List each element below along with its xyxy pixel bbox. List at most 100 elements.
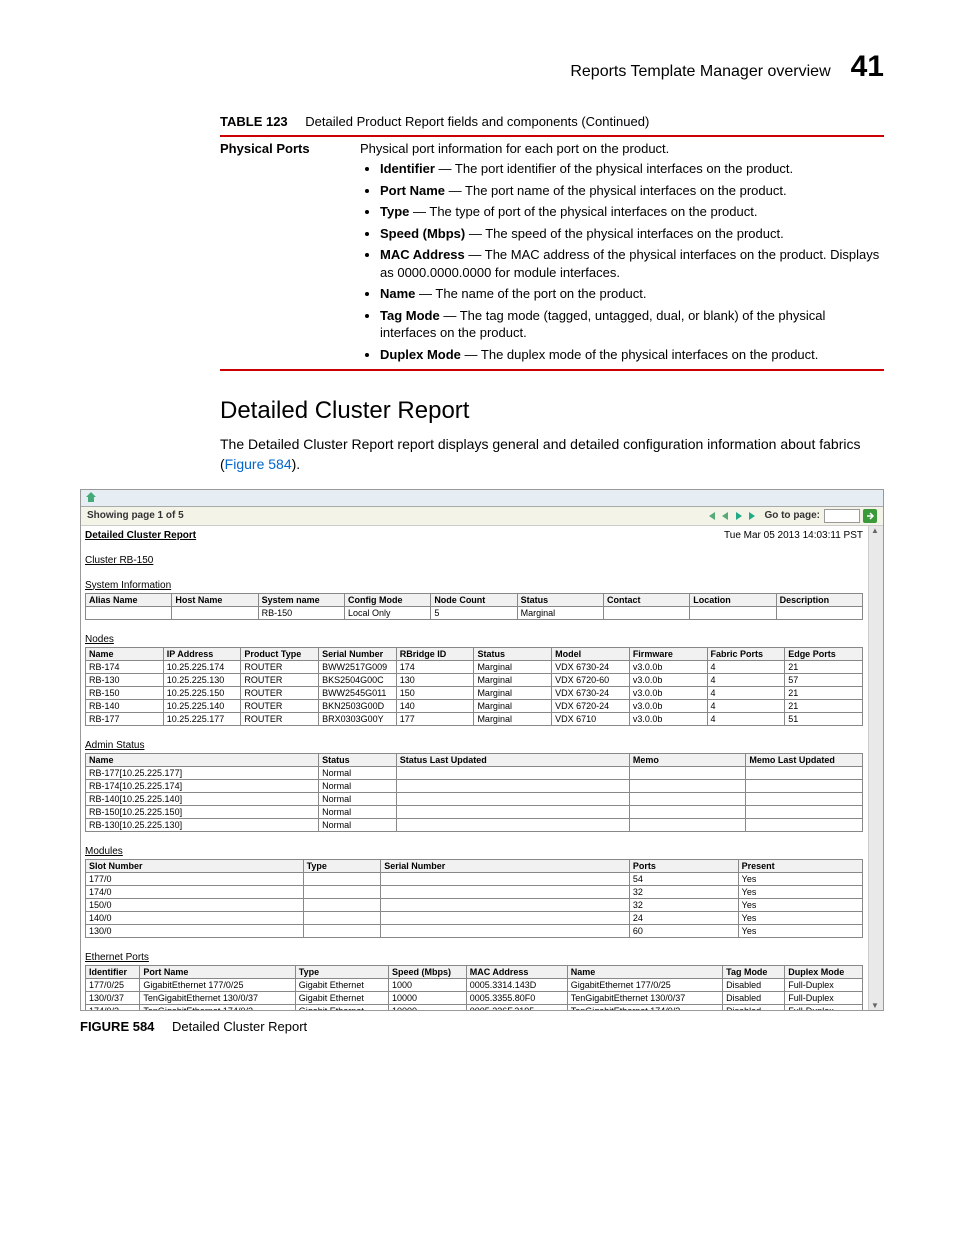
table-cell: 57 — [785, 673, 863, 686]
table-cell: 130/0 — [86, 924, 304, 937]
divider — [220, 135, 884, 137]
table-cell — [381, 924, 630, 937]
table-cell: 140/0 — [86, 911, 304, 924]
table-row: 174/032Yes — [86, 885, 863, 898]
paging-label: Showing page 1 of 5 — [87, 510, 184, 521]
table-header: Tag Mode — [723, 965, 785, 978]
table-cell: Yes — [738, 924, 862, 937]
table-header: Name — [86, 647, 164, 660]
field-item: Type — The type of port of the physical … — [380, 203, 884, 221]
table-cell — [746, 818, 863, 831]
table-header: Memo — [629, 753, 746, 766]
table-cell: TenGigabitEthernet 130/0/37 — [140, 991, 295, 1004]
table-cell: 174/0 — [86, 885, 304, 898]
table-cell: 4 — [707, 660, 785, 673]
home-icon[interactable] — [85, 491, 97, 503]
field-item: Duplex Mode — The duplex mode of the phy… — [380, 346, 884, 364]
first-page-icon[interactable] — [706, 511, 716, 521]
table-header: System name — [258, 593, 344, 606]
system-info-label: System Information — [85, 580, 863, 591]
table-123-caption-text: Detailed Product Report fields and compo… — [305, 114, 649, 129]
table-header: Config Mode — [344, 593, 430, 606]
table-header: Product Type — [241, 647, 319, 660]
field-item: Port Name — The port name of the physica… — [380, 182, 884, 200]
system-info-table: Alias NameHost NameSystem nameConfig Mod… — [85, 593, 863, 620]
page-header: Reports Template Manager overview 41 — [80, 50, 884, 84]
table-cell: Gigabit Ethernet — [295, 978, 388, 991]
ethernet-ports-table: IdentifierPort NameTypeSpeed (Mbps)MAC A… — [85, 965, 863, 1010]
table-cell: RB-130[10.25.225.130] — [86, 818, 319, 831]
last-page-icon[interactable] — [748, 511, 758, 521]
physical-ports-intro: Physical port information for each port … — [360, 141, 669, 156]
table-cell: BRX0303G00Y — [319, 712, 397, 725]
table-cell: 10.25.225.174 — [163, 660, 241, 673]
table-header: Name — [567, 965, 722, 978]
table-cell: Gigabit Ethernet — [295, 1004, 388, 1010]
table-cell: 177 — [396, 712, 474, 725]
figure-584-link[interactable]: Figure 584 — [225, 456, 292, 472]
table-header: Status — [319, 753, 397, 766]
table-cell: 130/0/37 — [86, 991, 140, 1004]
window-title-bar — [81, 490, 883, 507]
nodes-label: Nodes — [85, 634, 863, 645]
table-header: Type — [303, 859, 381, 872]
table-cell: RB-174[10.25.225.174] — [86, 779, 319, 792]
table-cell: Normal — [319, 779, 397, 792]
page-number-input[interactable] — [824, 509, 860, 523]
page-number: 41 — [851, 50, 884, 84]
table-cell: RB-150[10.25.225.150] — [86, 805, 319, 818]
section-title: Detailed Cluster Report — [220, 397, 884, 425]
table-cell: 177/0 — [86, 872, 304, 885]
table-cell — [396, 792, 629, 805]
table-cell: Full-Duplex — [785, 978, 863, 991]
table-cell: Marginal — [517, 606, 603, 619]
table-cell — [603, 606, 689, 619]
scroll-down-icon[interactable]: ▼ — [871, 1001, 879, 1010]
table-cell: 24 — [629, 911, 738, 924]
table-cell: Local Only — [344, 606, 430, 619]
table-cell: 0005.3355.80F0 — [466, 991, 567, 1004]
physical-ports-term: Physical Ports — [220, 141, 360, 367]
table-cell: RB-140[10.25.225.140] — [86, 792, 319, 805]
table-cell: ROUTER — [241, 712, 319, 725]
table-cell: 10000 — [389, 1004, 467, 1010]
table-cell: 5 — [431, 606, 517, 619]
table-cell: Normal — [319, 805, 397, 818]
table-row: 140/024Yes — [86, 911, 863, 924]
table-cell: RB-130 — [86, 673, 164, 686]
table-cell: v3.0.0b — [629, 660, 707, 673]
table-cell: 32 — [629, 898, 738, 911]
table-header: Ports — [629, 859, 738, 872]
table-cell — [396, 779, 629, 792]
scrollbar[interactable]: ▲ ▼ — [868, 526, 883, 1010]
table-cell: BWW2545G011 — [319, 686, 397, 699]
table-cell — [303, 898, 381, 911]
table-header: Type — [295, 965, 388, 978]
admin-status-table: NameStatusStatus Last UpdatedMemoMemo La… — [85, 753, 863, 832]
paging-bar: Showing page 1 of 5 Go to page: — [81, 507, 883, 526]
table-cell: 10.25.225.177 — [163, 712, 241, 725]
scroll-up-icon[interactable]: ▲ — [871, 526, 879, 535]
table-header: Serial Number — [319, 647, 397, 660]
section-body-a: The Detailed Cluster Report report displ… — [220, 436, 860, 472]
prev-page-icon[interactable] — [720, 511, 730, 521]
next-page-icon[interactable] — [734, 511, 744, 521]
table-header: Duplex Mode — [785, 965, 863, 978]
field-item: MAC Address — The MAC address of the phy… — [380, 246, 884, 281]
table-cell: Yes — [738, 885, 862, 898]
figure-caption: FIGURE 584 Detailed Cluster Report — [80, 1019, 884, 1034]
table-cell — [396, 766, 629, 779]
table-cell: VDX 6720-60 — [552, 673, 630, 686]
go-icon[interactable] — [863, 509, 877, 523]
table-123-label: TABLE 123 — [220, 114, 288, 129]
table-header: Alias Name — [86, 593, 172, 606]
table-cell — [381, 898, 630, 911]
table-cell: 130 — [396, 673, 474, 686]
table-cell: v3.0.0b — [629, 712, 707, 725]
figure-label: FIGURE 584 — [80, 1019, 154, 1034]
figure-caption-text: Detailed Cluster Report — [172, 1019, 307, 1034]
table-cell — [629, 766, 746, 779]
table-cell — [303, 872, 381, 885]
divider — [220, 369, 884, 371]
table-cell: 10000 — [389, 991, 467, 1004]
